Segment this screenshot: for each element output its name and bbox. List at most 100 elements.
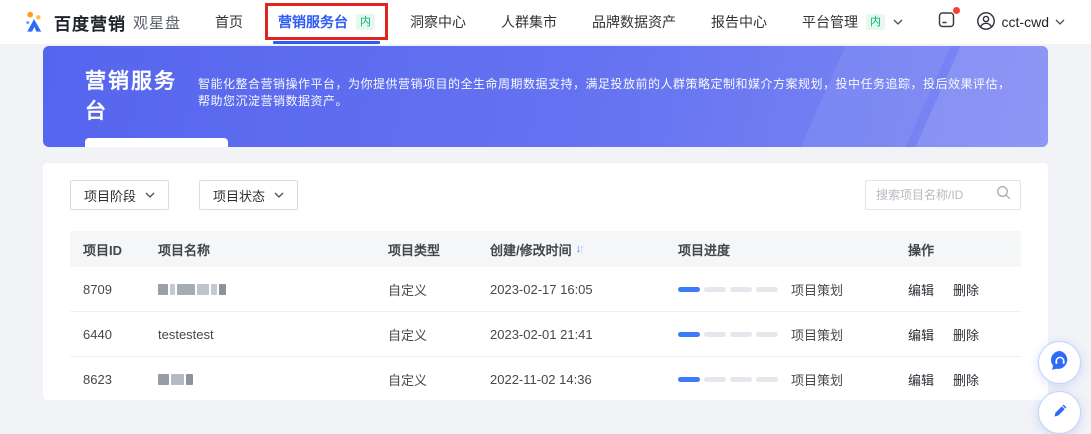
progress-bar: [678, 377, 778, 382]
col-create-time: 创建/修改时间 ↓ ↑: [477, 240, 665, 259]
edit-link[interactable]: 编辑: [908, 280, 934, 299]
edit-link[interactable]: 编辑: [908, 325, 934, 344]
cell-project-id: 8623: [70, 372, 145, 387]
cell-actions: 编辑删除: [895, 370, 1021, 389]
nav-item-label: 首页: [215, 12, 243, 32]
redaction-block: [171, 374, 184, 385]
user-menu[interactable]: cct-cwd: [976, 11, 1065, 34]
delete-link[interactable]: 删除: [953, 370, 979, 389]
banner-description: 智能化整合营销操作平台，为你提供营销项目的全生命周期数据支持，满足投放前的人群策…: [198, 75, 1018, 109]
nav-items: 首页 营销服务台内 洞察中心 人群集市 品牌数据资产 报告中心 平台管理内: [215, 0, 903, 44]
col-project-id: 项目ID: [70, 240, 145, 259]
avatar-icon: [976, 11, 996, 34]
progress-segment: [730, 287, 752, 292]
nav-item-label: 洞察中心: [410, 12, 466, 32]
cell-progress: 项目策划: [665, 370, 895, 389]
table-row: 8709自定义2023-02-17 16:05项目策划编辑删除: [70, 267, 1021, 312]
cell-project-type: 自定义: [375, 280, 477, 299]
baidu-marketing-logo-icon: [22, 10, 47, 35]
progress-bar: [678, 287, 778, 292]
nav-item-5[interactable]: 报告中心: [711, 0, 767, 44]
redaction-block: [158, 284, 168, 295]
marketing-banner: 营销服务台 智能化整合营销操作平台，为你提供营销项目的全生命周期数据支持，满足投…: [43, 46, 1048, 147]
cell-create-time: 2023-02-01 21:41: [477, 327, 665, 342]
brand-name: 百度营销: [54, 10, 126, 35]
status-filter-dropdown[interactable]: 项目状态: [199, 180, 298, 210]
progress-stage-label: 项目策划: [791, 370, 843, 389]
progress-segment: [756, 377, 778, 382]
new-project-button[interactable]: 新建自定义营销项目: [85, 138, 228, 147]
redaction-block: [177, 284, 195, 295]
progress-segment: [704, 377, 726, 382]
redaction-block: [158, 374, 169, 385]
chevron-down-icon: [145, 192, 155, 198]
nav-item-3[interactable]: 人群集市: [501, 0, 557, 44]
progress-segment: [704, 287, 726, 292]
chevron-down-icon: [1055, 19, 1065, 25]
filter-bar: 项目阶段 项目状态: [70, 180, 1021, 210]
progress-segment: [678, 332, 700, 337]
cell-project-id: 8709: [70, 282, 145, 297]
table-header: 项目ID 项目名称 项目类型 创建/修改时间 ↓ ↑ 项目进度 操作: [70, 231, 1021, 267]
notification-red-dot: [953, 7, 960, 14]
clipboard-icon: [937, 10, 956, 34]
nav-item-0[interactable]: 首页: [215, 0, 243, 44]
progress-segment: [678, 287, 700, 292]
project-list-card: 项目阶段 项目状态 项目ID 项目名称 项目类型: [43, 163, 1048, 400]
nav-item-label: 人群集市: [501, 12, 557, 32]
progress-bar: [678, 332, 778, 337]
cell-create-time: 2022-11-02 14:36: [477, 372, 665, 387]
col-project-name: 项目名称: [145, 240, 375, 259]
stage-filter-dropdown[interactable]: 项目阶段: [70, 180, 169, 210]
table-body: 8709自定义2023-02-17 16:05项目策划编辑删除6440teste…: [70, 267, 1021, 400]
nav-item-6[interactable]: 平台管理内: [802, 0, 903, 44]
cell-project-name: [145, 284, 375, 295]
feedback-button[interactable]: [1038, 391, 1081, 434]
search-icon[interactable]: [996, 185, 1011, 205]
progress-segment: [756, 287, 778, 292]
progress-segment: [704, 332, 726, 337]
banner-title: 营销服务台: [85, 65, 183, 125]
cell-actions: 编辑删除: [895, 325, 1021, 344]
customer-service-button[interactable]: [1038, 341, 1081, 384]
cell-project-id: 6440: [70, 327, 145, 342]
progress-segment: [756, 332, 778, 337]
top-navbar: 百度营销 观星盘 首页 营销服务台内 洞察中心 人群集市 品牌数据资产 报告中心 平台管理内: [0, 0, 1091, 44]
cell-project-type: 自定义: [375, 370, 477, 389]
nav-item-1[interactable]: 营销服务台内: [278, 0, 375, 44]
delete-link[interactable]: 删除: [953, 325, 979, 344]
cell-project-type: 自定义: [375, 325, 477, 344]
delete-link[interactable]: 删除: [953, 280, 979, 299]
headset-chat-icon: [1049, 349, 1071, 376]
nav-item-4[interactable]: 品牌数据资产: [592, 0, 676, 44]
progress-stage-label: 项目策划: [791, 325, 843, 344]
search-input[interactable]: [876, 188, 996, 202]
table-row: 6440testestest自定义2023-02-01 21:41项目策划编辑删…: [70, 312, 1021, 357]
col-project-type: 项目类型: [375, 240, 477, 259]
project-table: 项目ID 项目名称 项目类型 创建/修改时间 ↓ ↑ 项目进度 操作 8709 自…: [70, 231, 1021, 400]
cell-actions: 编辑删除: [895, 280, 1021, 299]
col-project-progress: 项目进度: [665, 240, 895, 259]
cell-progress: 项目策划: [665, 280, 895, 299]
cell-project-name: [145, 374, 375, 385]
redaction-block: [211, 284, 217, 295]
redacted-name: [158, 374, 193, 385]
progress-segment: [730, 377, 752, 382]
cell-progress: 项目策划: [665, 325, 895, 344]
redaction-block: [186, 374, 193, 385]
col-actions: 操作: [895, 240, 1021, 259]
nav-item-2[interactable]: 洞察中心: [410, 0, 466, 44]
stage-filter-label: 项目阶段: [84, 186, 136, 205]
pencil-icon: [1050, 400, 1070, 425]
product-name: 观星盘: [133, 12, 181, 33]
progress-segment: [678, 377, 700, 382]
redaction-block: [197, 284, 209, 295]
nav-item-label: 报告中心: [711, 12, 767, 32]
table-row: 8623 自定义2022-11-02 14:36 项目策划 编辑删除: [70, 357, 1021, 400]
sort-icon[interactable]: ↓ ↑: [576, 243, 585, 255]
nei-badge: 内: [356, 14, 375, 30]
notification-button[interactable]: [937, 10, 956, 34]
active-tab-underline: [273, 41, 380, 44]
brand-logo[interactable]: 百度营销 观星盘: [22, 10, 181, 35]
edit-link[interactable]: 编辑: [908, 370, 934, 389]
